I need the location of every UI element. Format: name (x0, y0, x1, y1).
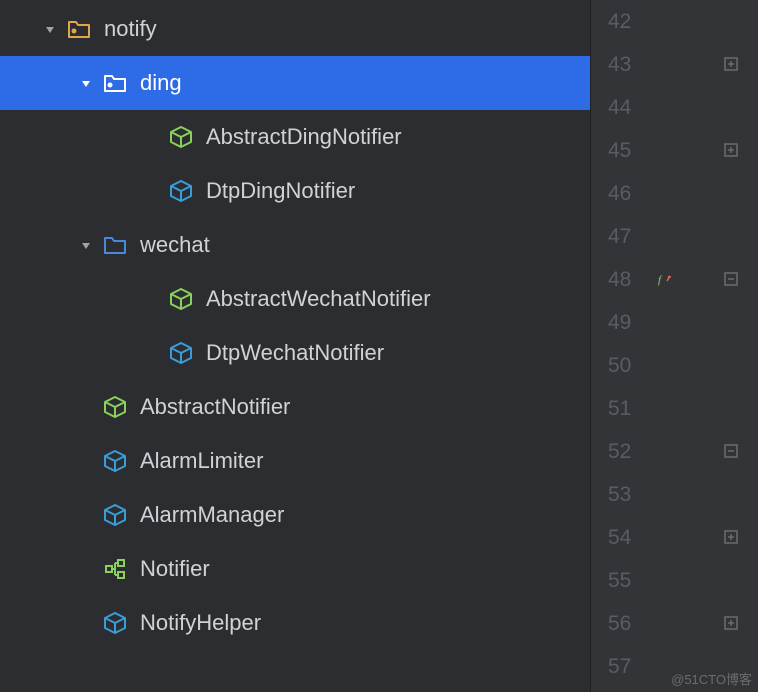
tree-item-alarmmanager[interactable]: AlarmManager (0, 488, 590, 542)
watermark: @51CTO博客 (671, 669, 752, 688)
tree-item-label: AlarmLimiter (140, 448, 263, 474)
line-number: 51 (608, 387, 649, 430)
tree-item-notifier[interactable]: Notifier (0, 542, 590, 596)
line-number: 54 (608, 516, 649, 559)
line-number: 53 (608, 473, 649, 516)
gutter-icons: f (649, 0, 758, 692)
tree-item-label: wechat (140, 232, 210, 258)
project-tree-panel: notify ding AbstractDingNotifier DtpDing… (0, 0, 590, 692)
tree-item-ding[interactable]: ding (0, 56, 590, 110)
tree-item-label: AbstractNotifier (140, 394, 290, 420)
tree-item-label: notify (104, 16, 157, 42)
line-number: 56 (608, 602, 649, 645)
tree-item-label: AbstractWechatNotifier (206, 286, 431, 312)
code-fold-icon[interactable] (722, 55, 740, 79)
line-number: 52 (608, 430, 649, 473)
tree-item-label: DtpWechatNotifier (206, 340, 384, 366)
tree-item-label: Notifier (140, 556, 210, 582)
class-icon (168, 340, 194, 366)
line-number: 44 (608, 86, 649, 129)
line-number: 55 (608, 559, 649, 602)
class-icon (102, 448, 128, 474)
tree-item-abstractdingnotifier[interactable]: AbstractDingNotifier (0, 110, 590, 164)
tree-item-label: ding (140, 70, 182, 96)
package-folder-icon (102, 70, 128, 96)
abstract-class-icon (102, 394, 128, 420)
abstract-class-icon (168, 286, 194, 312)
tree-item-dtpdingnotifier[interactable]: DtpDingNotifier (0, 164, 590, 218)
tree-item-dtpwechatnotifier[interactable]: DtpWechatNotifier (0, 326, 590, 380)
chevron-down-icon[interactable] (42, 21, 58, 37)
line-number: 57 (608, 645, 649, 688)
editor-gutter: 42434445464748495051525354555657 f (590, 0, 758, 692)
tree-item-label: NotifyHelper (140, 610, 261, 636)
chevron-down-icon[interactable] (78, 75, 94, 91)
line-number: 42 (608, 0, 649, 43)
tree-item-abstractnotifier[interactable]: AbstractNotifier (0, 380, 590, 434)
tree-item-alarmlimiter[interactable]: AlarmLimiter (0, 434, 590, 488)
function-marker-icon[interactable]: f (657, 270, 675, 294)
tree-item-notify[interactable]: notify (0, 2, 590, 56)
line-number: 50 (608, 344, 649, 387)
tree-item-label: AlarmManager (140, 502, 284, 528)
code-fold-icon[interactable] (722, 270, 740, 294)
svg-text:f: f (658, 274, 663, 286)
interface-icon (102, 556, 128, 582)
class-icon (102, 502, 128, 528)
line-number: 46 (608, 172, 649, 215)
tree-item-abstractwechatnotifier[interactable]: AbstractWechatNotifier (0, 272, 590, 326)
tree-item-wechat[interactable]: wechat (0, 218, 590, 272)
code-fold-icon[interactable] (722, 141, 740, 165)
tree-item-label: AbstractDingNotifier (206, 124, 402, 150)
chevron-down-icon[interactable] (78, 237, 94, 253)
tree-item-label: DtpDingNotifier (206, 178, 355, 204)
folder-icon (102, 232, 128, 258)
code-fold-icon[interactable] (722, 614, 740, 638)
line-number: 49 (608, 301, 649, 344)
line-number: 47 (608, 215, 649, 258)
tree-item-notifyhelper[interactable]: NotifyHelper (0, 596, 590, 650)
line-number: 45 (608, 129, 649, 172)
code-fold-icon[interactable] (722, 442, 740, 466)
abstract-class-icon (168, 124, 194, 150)
package-folder-icon (66, 16, 92, 42)
class-icon (102, 610, 128, 636)
line-number: 48 (608, 258, 649, 301)
line-number: 43 (608, 43, 649, 86)
code-fold-icon[interactable] (722, 528, 740, 552)
line-numbers: 42434445464748495051525354555657 (591, 0, 649, 692)
class-icon (168, 178, 194, 204)
